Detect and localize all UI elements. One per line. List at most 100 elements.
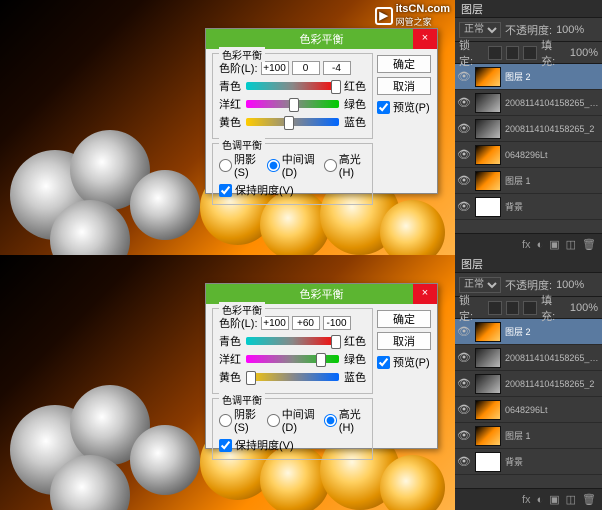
fill-value[interactable]: 100% [570, 47, 598, 59]
layer-thumbnail [475, 119, 501, 139]
ok-button[interactable]: 确定 [377, 310, 431, 328]
layer-row[interactable]: 👁图层 2 [455, 64, 602, 90]
layer-list: 👁 图层 2 👁2008114104158265_2 副本👁200811410415… [455, 319, 602, 475]
cyan-red-slider[interactable] [246, 337, 339, 345]
folder-icon[interactable]: ▣ [549, 493, 559, 506]
dialog-title: 色彩平衡 × [206, 284, 437, 304]
preview-checkbox[interactable]: 预览(P) [377, 354, 431, 370]
visibility-icon[interactable]: 👁 [457, 148, 471, 162]
lock-icon[interactable] [506, 301, 520, 315]
layer-row[interactable]: 👁2008114104158265_2 [455, 371, 602, 397]
visibility-icon[interactable]: 👁 [457, 351, 471, 365]
layer-thumbnail [475, 452, 501, 472]
visibility-icon[interactable]: 👁 [457, 429, 471, 443]
layer-list: 👁图层 2👁2008114104158265_2 副本👁200811410415… [455, 64, 602, 220]
color-balance-dialog: 色彩平衡 × 色彩平衡 色阶(L): 青色红色 洋红绿色 黄色蓝色 [205, 283, 438, 449]
blend-mode-select[interactable]: 正常 [459, 22, 501, 38]
layer-row[interactable]: 👁2008114104158265_2 副本 [455, 345, 602, 371]
cancel-button[interactable]: 取消 [377, 77, 431, 95]
layer-name: 2008114104158265_2 [505, 124, 600, 134]
opacity-value[interactable]: 100% [556, 24, 584, 36]
level-3-input[interactable] [323, 316, 351, 330]
visibility-icon[interactable]: 👁 [457, 377, 471, 391]
shadows-radio[interactable]: 阴影(S) [219, 151, 261, 179]
highlights-radio[interactable]: 高光(H) [324, 151, 366, 179]
layer-row[interactable]: 👁背景 [455, 449, 602, 475]
trash-icon[interactable]: 🗑 [582, 493, 596, 506]
layer-name: 背景 [505, 200, 600, 213]
layer-row[interactable]: 👁 2008114104158265_2 [455, 116, 602, 142]
ok-button[interactable]: 确定 [377, 55, 431, 73]
magenta-green-slider[interactable] [246, 100, 339, 108]
shadows-radio[interactable]: 阴影(S) [219, 406, 261, 434]
layers-tab[interactable]: 图层 [461, 256, 483, 272]
levels-label: 色阶(L): [219, 60, 258, 76]
layer-thumbnail [475, 67, 501, 87]
visibility-icon[interactable]: 👁 [457, 325, 471, 339]
highlights-radio[interactable]: 高光(H) [324, 406, 366, 434]
level-3-input[interactable] [323, 61, 351, 75]
layer-thumbnail [475, 145, 501, 165]
layers-panel: 图层 正常 不透明度: 100% 锁定: 填充: 100% 👁图层 2👁2008… [455, 0, 602, 255]
fill-value[interactable]: 100% [570, 302, 598, 314]
watermark: ▶ itsCN.com网管之家 [375, 3, 450, 28]
layer-name: 图层 2 [505, 325, 600, 338]
preserve-luminosity-checkbox[interactable]: 保持明度(V) [219, 437, 366, 453]
cyan-red-slider[interactable] [246, 82, 339, 90]
group-tone-balance: 色调平衡 [219, 137, 265, 152]
layer-row[interactable]: 👁0648296Lt [455, 142, 602, 168]
layer-row[interactable]: 👁 图层 1 [455, 168, 602, 194]
layer-row[interactable]: 👁 图层 2 [455, 319, 602, 345]
mask-icon[interactable]: ◐ [537, 239, 544, 251]
lock-icon[interactable] [488, 46, 502, 60]
trash-icon[interactable]: 🗑 [582, 238, 596, 251]
visibility-icon[interactable]: 👁 [457, 70, 471, 84]
lock-icon[interactable] [488, 301, 502, 315]
group-tone-balance: 色调平衡 [219, 392, 265, 407]
layer-row[interactable]: 👁图层 1 [455, 423, 602, 449]
visibility-icon[interactable]: 👁 [457, 174, 471, 188]
cancel-button[interactable]: 取消 [377, 332, 431, 350]
yellow-blue-slider[interactable] [246, 118, 339, 126]
opacity-value[interactable]: 100% [556, 279, 584, 291]
layer-thumbnail [475, 374, 501, 394]
mask-icon[interactable]: ◐ [537, 494, 544, 506]
midtones-radio[interactable]: 中间调(D) [267, 151, 318, 179]
new-layer-icon[interactable]: ◫ [566, 493, 576, 506]
visibility-icon[interactable]: 👁 [457, 122, 471, 136]
levels-label: 色阶(L): [219, 315, 258, 331]
folder-icon[interactable]: ▣ [549, 238, 559, 251]
lock-icon[interactable] [506, 46, 520, 60]
visibility-icon[interactable]: 👁 [457, 96, 471, 110]
visibility-icon[interactable]: 👁 [457, 403, 471, 417]
fx-icon[interactable]: fx [522, 239, 531, 251]
level-2-input[interactable] [292, 316, 320, 330]
group-color-balance: 色彩平衡 [219, 302, 265, 317]
yellow-blue-slider[interactable] [246, 373, 339, 381]
blend-mode-select[interactable]: 正常 [459, 277, 501, 293]
color-balance-dialog: 色彩平衡 × 色彩平衡 色阶(L): 青色红色 洋红绿色 黄色蓝色 [205, 28, 438, 194]
layer-row[interactable]: 👁 背景 [455, 194, 602, 220]
close-button[interactable]: × [413, 29, 437, 49]
lock-icon[interactable] [523, 301, 537, 315]
layer-row[interactable]: 👁0648296Lt [455, 397, 602, 423]
preview-checkbox[interactable]: 预览(P) [377, 99, 431, 115]
panel-footer: fx ◐ ▣ ◫ 🗑 [455, 488, 602, 510]
midtones-radio[interactable]: 中间调(D) [267, 406, 318, 434]
level-1-input[interactable] [261, 61, 289, 75]
lock-icon[interactable] [523, 46, 537, 60]
preserve-luminosity-checkbox[interactable]: 保持明度(V) [219, 182, 366, 198]
panel-footer: fx ◐ ▣ ◫ 🗑 [455, 233, 602, 255]
layer-row[interactable]: 👁2008114104158265_2 副本 [455, 90, 602, 116]
group-color-balance: 色彩平衡 [219, 47, 265, 62]
magenta-green-slider[interactable] [246, 355, 339, 363]
fx-icon[interactable]: fx [522, 494, 531, 506]
level-2-input[interactable] [292, 61, 320, 75]
new-layer-icon[interactable]: ◫ [566, 238, 576, 251]
visibility-icon[interactable]: 👁 [457, 455, 471, 469]
layers-tab[interactable]: 图层 [461, 1, 483, 17]
level-1-input[interactable] [261, 316, 289, 330]
layer-name: 图层 1 [505, 174, 600, 187]
close-button[interactable]: × [413, 284, 437, 304]
visibility-icon[interactable]: 👁 [457, 200, 471, 214]
